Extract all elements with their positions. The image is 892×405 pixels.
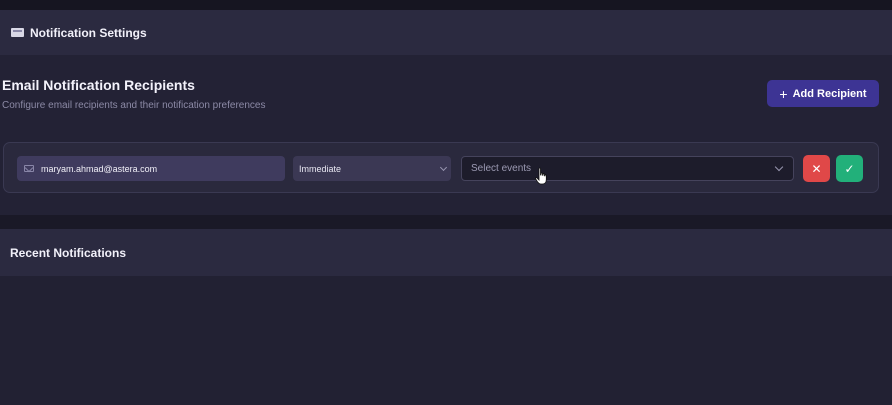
- confirm-recipient-button[interactable]: ✓: [836, 155, 863, 182]
- envelope-icon: [11, 28, 24, 37]
- recent-notifications-title: Recent Notifications: [10, 245, 127, 260]
- chevron-down-icon: [439, 163, 448, 172]
- check-icon: ✓: [844, 161, 855, 176]
- close-icon: ✕: [811, 161, 822, 176]
- hand-cursor-icon: [535, 167, 547, 185]
- chevron-down-icon: [774, 162, 784, 172]
- events-placeholder: Select events: [471, 163, 532, 174]
- add-recipient-button[interactable]: + Add Recipient: [767, 80, 879, 107]
- recipients-panel: Email Notification Recipients Configure …: [0, 55, 892, 215]
- recent-notifications-header: Recent Notifications: [0, 229, 892, 276]
- section-subtitle: Configure email recipients and their not…: [2, 100, 266, 111]
- delete-recipient-button[interactable]: ✕: [803, 155, 830, 182]
- add-recipient-label: Add Recipient: [792, 87, 867, 100]
- section-title: Email Notification Recipients: [2, 77, 195, 93]
- email-value: maryam.ahmad@astera.com: [41, 163, 158, 174]
- recipient-row: maryam.ahmad@astera.com Immediate Select…: [3, 142, 879, 193]
- notification-settings-header: Notification Settings: [0, 10, 892, 55]
- recent-notifications-list: [0, 276, 892, 405]
- events-select[interactable]: Select events: [461, 156, 794, 181]
- frequency-select[interactable]: Immediate: [293, 156, 451, 181]
- email-field[interactable]: maryam.ahmad@astera.com: [17, 156, 285, 181]
- frequency-value: Immediate: [299, 163, 342, 174]
- page-title: Notification Settings: [30, 25, 147, 40]
- mail-icon: [24, 165, 34, 172]
- window-top-strip: [0, 0, 892, 10]
- plus-icon: +: [779, 85, 788, 102]
- section-gap: [0, 215, 892, 229]
